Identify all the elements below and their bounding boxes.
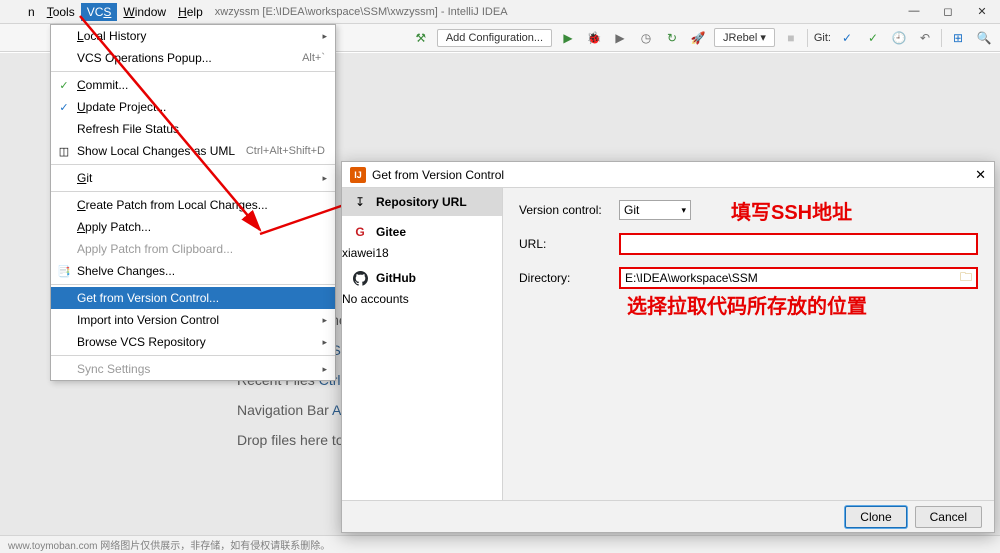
directory-label: Directory: [519,271,619,285]
git-commit-icon[interactable]: ✓ [863,28,883,48]
menu-commit[interactable]: ✓Commit... [51,74,335,96]
annotation-directory: 选择拉取代码所存放的位置 [627,290,867,319]
menu-apply-patch[interactable]: Apply Patch... [51,216,335,238]
menu-browse-repo[interactable]: Browse VCS Repository▸ [51,331,335,353]
menu-local-history[interactable]: Local History▸ [51,25,335,47]
menu-window[interactable]: Window [117,3,172,21]
cancel-button[interactable]: Cancel [915,506,982,528]
repo-icon: ↧ [352,194,368,210]
menu-tools[interactable]: Tools [41,3,81,21]
directory-input[interactable]: E:\IDEA\workspace\SSM 🗀 [619,267,978,289]
menu-import-vc[interactable]: Import into Version Control▸ [51,309,335,331]
minimize-icon[interactable]: — [906,5,922,18]
source-github[interactable]: GitHub [342,264,502,292]
app-icon [4,5,18,19]
menu-bar: n Tools VCS Window Help xwzyssm [E:\IDEA… [0,0,1000,24]
menu-sync-settings: Sync Settings▸ [51,358,335,380]
hammer-icon[interactable]: ⚒ [411,28,431,48]
menu-get-version-control[interactable]: Get from Version Control... [51,287,335,309]
clone-button[interactable]: Clone [845,506,906,528]
url-input[interactable] [619,233,978,255]
menu-apply-clipboard: Apply Patch from Clipboard... [51,238,335,260]
stop-icon[interactable]: ■ [781,28,801,48]
profile-icon[interactable]: ◷ [636,28,656,48]
dialog-form: Version control: Git▾ 填写SSH地址 URL: Direc… [503,188,994,502]
menu-n[interactable]: n [22,3,41,21]
run-icon[interactable]: ▶ [558,28,578,48]
git-label: Git: [814,32,831,44]
github-icon [352,270,368,286]
footer-text: www.toymoban.com 网络图片仅供展示，非存储，如有侵权请联系删除。 [8,537,330,552]
git-revert-icon[interactable]: ↶ [915,28,935,48]
menu-git[interactable]: Git▸ [51,167,335,189]
check-icon: ✓ [57,78,71,92]
intellij-icon: IJ [350,167,366,183]
close-window-icon[interactable]: ✕ [974,5,990,18]
menu-show-uml[interactable]: ◫Show Local Changes as UMLCtrl+Alt+Shift… [51,140,335,162]
git-update-icon[interactable]: ✓ [837,28,857,48]
annotation-url: 填写SSH地址 [731,196,852,225]
status-bar: www.toymoban.com 网络图片仅供展示，非存储，如有侵权请联系删除。 [0,535,1000,553]
source-list: ↧ Repository URL G Gitee xiawei18 GitHub… [342,188,503,502]
rerun-icon[interactable]: ↻ [662,28,682,48]
source-repository-url[interactable]: ↧ Repository URL [342,188,502,216]
folder-icon[interactable]: 🗀 [960,268,972,289]
structure-icon[interactable]: ⊞ [948,28,968,48]
menu-help[interactable]: Help [172,3,209,21]
get-from-vc-dialog: IJ Get from Version Control ✕ ↧ Reposito… [341,161,995,533]
vc-label: Version control: [519,203,619,217]
menu-update-project[interactable]: ✓Update Project... [51,96,335,118]
source-gitee[interactable]: G Gitee [342,218,502,246]
uml-icon: ◫ [57,144,71,158]
rocket-icon[interactable]: 🚀 [688,28,708,48]
dialog-footer: Clone Cancel [342,500,994,532]
dialog-titlebar: IJ Get from Version Control ✕ [342,162,994,188]
github-account: No accounts [342,292,409,306]
url-label: URL: [519,237,619,251]
maximize-icon[interactable]: ◻ [940,5,956,18]
search-icon[interactable]: 🔍 [974,28,994,48]
menu-create-patch[interactable]: Create Patch from Local Changes... [51,194,335,216]
add-configuration-button[interactable]: Add Configuration... [437,29,552,47]
coverage-icon[interactable]: ▶ [610,28,630,48]
version-control-combo[interactable]: Git▾ [619,200,691,220]
gitee-account: xiawei18 [342,246,389,260]
close-icon[interactable]: ✕ [975,167,986,183]
menu-vcs[interactable]: VCS [81,3,118,21]
vcs-dropdown: Local History▸ VCS Operations Popup...Al… [50,24,336,381]
menu-refresh-status[interactable]: Refresh File Status [51,118,335,140]
menu-shelve[interactable]: 📑Shelve Changes... [51,260,335,282]
menu-vcs-popup[interactable]: VCS Operations Popup...Alt+` [51,47,335,69]
debug-icon[interactable]: 🐞 [584,28,604,48]
window-title: xwzyssm [E:\IDEA\workspace\SSM\xwzyssm] … [215,6,906,18]
shelve-icon: 📑 [57,264,71,278]
git-history-icon[interactable]: 🕘 [889,28,909,48]
dialog-title: Get from Version Control [372,168,504,182]
jrebel-dropdown[interactable]: JRebel ▾ [714,28,775,47]
check-icon: ✓ [57,100,71,114]
chevron-down-icon: ▾ [681,205,686,216]
gitee-icon: G [352,224,368,240]
